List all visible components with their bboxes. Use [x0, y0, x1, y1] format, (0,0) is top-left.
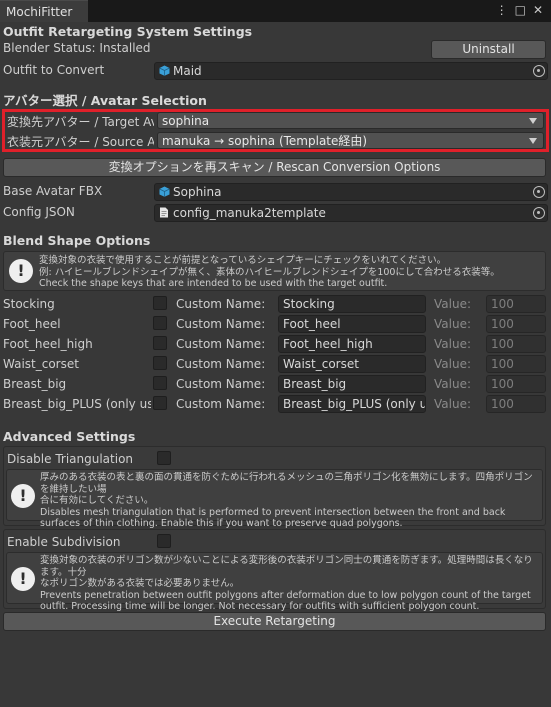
outfit-label: Outfit to Convert [3, 63, 105, 77]
custom-name-label: Custom Name: [176, 297, 266, 311]
blend-row-name: Foot_heel [3, 317, 61, 331]
subdivision-label: Enable Subdivision [7, 535, 121, 549]
prefab-icon [159, 64, 170, 76]
target-avatar-label: 変換先アバター / Target Avat [7, 115, 154, 129]
blend-row-name: Breast_big_PLUS (only use [3, 397, 151, 411]
triangulation-help-text-1: 厚みのある衣装の表と裏の面の貫通を防ぐために行われるメッシュの三角ポリゴン化を無… [40, 472, 533, 495]
custom-name-input[interactable]: Foot_heel [278, 315, 426, 333]
custom-name-label: Custom Name: [176, 397, 266, 411]
triangulation-help-text-4: surfaces of thin clothing. Enable this i… [40, 518, 403, 529]
custom-name-label: Custom Name: [176, 357, 266, 371]
blend-help-box: ! 変換対象の衣装で使用することが前提となっているシェイプキーにチェックをいれて… [3, 251, 546, 291]
custom-name-label: Custom Name: [176, 337, 266, 351]
triangulation-help-text-3: Disables mesh triangulation that is perf… [40, 506, 506, 518]
outfit-value: Maid [173, 64, 202, 78]
text-asset-icon [159, 206, 170, 218]
execute-retargeting-button[interactable]: Execute Retargeting [3, 612, 546, 631]
value-label: Value: [434, 297, 471, 311]
base-fbx-value: Sophina [173, 185, 222, 199]
blend-help-text-3: Check the shape keys that are intended t… [39, 278, 388, 289]
settings-header: Outfit Retargeting System Settings [3, 24, 253, 39]
config-json-label: Config JSON [3, 205, 75, 219]
blend-row-checkbox[interactable] [153, 296, 167, 310]
uninstall-button[interactable]: Uninstall [431, 40, 546, 59]
value-label: Value: [434, 357, 471, 371]
custom-name-input[interactable]: Foot_heel_high [278, 335, 426, 353]
value-input[interactable]: 100 [486, 355, 546, 373]
blend-header: Blend Shape Options [3, 233, 151, 248]
custom-name-label: Custom Name: [176, 317, 266, 331]
chevron-down-icon [529, 138, 537, 144]
blend-row-checkbox[interactable] [153, 376, 167, 390]
blend-row-checkbox[interactable] [153, 396, 167, 410]
source-avatar-label: 衣装元アバター / Source Ava [7, 135, 154, 149]
outfit-field[interactable]: Maid [154, 62, 548, 80]
triangulation-label: Disable Triangulation [7, 452, 134, 466]
value-input[interactable]: 100 [486, 315, 546, 333]
value-input[interactable]: 100 [486, 395, 546, 413]
blend-help-text-1: 変換対象の衣装で使用することが前提となっているシェイプキーにチェックをいれてくだ… [39, 255, 447, 266]
close-icon[interactable]: ✕ [533, 3, 547, 17]
triangulation-help-box: ! 厚みのある衣装の表と裏の面の貫通を防ぐために行われるメッシュの三角ポリゴン化… [6, 469, 543, 529]
warning-icon: ! [9, 259, 33, 283]
value-input[interactable]: 100 [486, 375, 546, 393]
blend-row-name: Waist_corset [3, 357, 79, 371]
blend-row-name: Foot_heel_high [3, 337, 93, 351]
chevron-down-icon [529, 118, 537, 124]
window-controls: ⋮ □ ✕ [493, 3, 547, 17]
blend-help-text-2: 例: ハイヒールブレンドシェイプが無く、素体のハイヒールブレンドシェイプを100… [39, 266, 500, 278]
blend-row-checkbox[interactable] [153, 316, 167, 330]
subdivision-help-text-1: 変換対象の衣装のポリゴン数が少ないことによる変形後の衣装ポリゴン同士の貫通を防ぎ… [40, 555, 533, 578]
value-label: Value: [434, 317, 471, 331]
source-avatar-value: manuka → sophina (Template経由) [162, 134, 368, 148]
custom-name-input[interactable]: Breast_big_PLUS (only use [278, 395, 426, 413]
config-json-value: config_manuka2template [173, 206, 326, 220]
custom-name-input[interactable]: Waist_corset [278, 355, 426, 373]
rescan-button[interactable]: 変換オプションを再スキャン / Rescan Conversion Option… [3, 158, 546, 177]
blend-row-checkbox[interactable] [153, 336, 167, 350]
window-tab[interactable]: MochiFitter [0, 0, 88, 22]
avatar-header: アバター選択 / Avatar Selection [3, 93, 207, 108]
custom-name-input[interactable]: Breast_big [278, 375, 426, 393]
warning-icon: ! [11, 567, 35, 591]
value-input[interactable]: 100 [486, 295, 546, 313]
advanced-header: Advanced Settings [3, 429, 136, 444]
blend-row-name: Breast_big [3, 377, 67, 391]
value-label: Value: [434, 377, 471, 391]
object-picker-icon[interactable] [533, 65, 545, 77]
subdivision-help-text-2: なポリゴン数がある衣装では必要ありません。 [40, 578, 240, 589]
triangulation-help-text-2: 合に有効にしてください。 [40, 495, 154, 506]
source-avatar-dropdown[interactable]: manuka → sophina (Template経由) [157, 132, 544, 149]
blend-row-name: Stocking [3, 297, 55, 311]
custom-name-input[interactable]: Stocking [278, 295, 426, 313]
value-label: Value: [434, 337, 471, 351]
object-picker-icon[interactable] [533, 186, 545, 198]
custom-name-label: Custom Name: [176, 377, 266, 391]
value-label: Value: [434, 397, 471, 411]
model-icon [159, 185, 170, 197]
subdivision-help-text-4: outfit. Processing time will be longer. … [40, 601, 480, 612]
base-fbx-field[interactable]: Sophina [154, 183, 548, 201]
subdivision-help-box: ! 変換対象の衣装のポリゴン数が少ないことによる変形後の衣装ポリゴン同士の貫通を… [6, 552, 543, 612]
base-fbx-label: Base Avatar FBX [3, 184, 103, 198]
object-picker-icon[interactable] [533, 207, 545, 219]
subdivision-checkbox[interactable] [157, 534, 171, 548]
target-avatar-value: sophina [162, 114, 210, 128]
triangulation-checkbox[interactable] [157, 451, 171, 465]
subdivision-help-text-3: Prevents penetration between outfit poly… [40, 589, 531, 601]
blender-status: Blender Status: Installed [3, 41, 151, 55]
value-input[interactable]: 100 [486, 335, 546, 353]
config-json-field[interactable]: config_manuka2template [154, 204, 548, 222]
warning-icon: ! [11, 484, 35, 508]
more-icon[interactable]: ⋮ [496, 3, 512, 17]
maximize-icon[interactable]: □ [515, 3, 530, 17]
blend-row-checkbox[interactable] [153, 356, 167, 370]
target-avatar-dropdown[interactable]: sophina [157, 112, 544, 129]
